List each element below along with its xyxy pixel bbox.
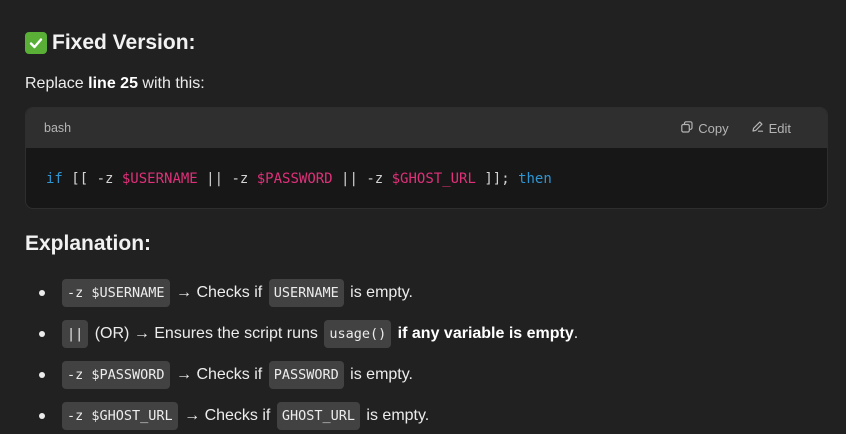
chat-response: Fixed Version: Replace line 25 with this… [0, 0, 846, 434]
list-text: (OR) → Ensures the script runs [90, 324, 323, 342]
check-mark-icon [25, 32, 47, 54]
bullet-dot [39, 289, 45, 296]
inline-code: || [62, 319, 89, 348]
code-actions: Copy Edit [681, 120, 791, 136]
list-text: → Checks if [179, 406, 275, 424]
inline-code: -z $PASSWORD [62, 360, 170, 389]
code-keyword-if: if [46, 170, 63, 187]
code-var-ghost-url: $GHOST_URL [391, 170, 476, 187]
code-open-test: [[ -z [62, 170, 122, 187]
intro-text: Replace line 25 with this: [25, 72, 205, 96]
code-var-password: $PASSWORD [256, 170, 333, 187]
list-text: is empty. [361, 406, 430, 424]
intro-line-ref: line 25 [88, 75, 138, 92]
code-language-label: bash [44, 121, 72, 135]
list-item: -z $GHOST_URL → Checks if GHOST_URL is e… [25, 395, 578, 434]
code-block-header: bash Copy Edit [26, 108, 827, 148]
bullet-dot [39, 412, 45, 419]
copy-label: Copy [698, 120, 729, 136]
list-text: . [573, 324, 579, 342]
intro-suffix: with this: [137, 75, 205, 92]
explanation-heading: Explanation: [25, 232, 152, 255]
fixed-version-heading: Fixed Version: [25, 29, 196, 57]
copy-button[interactable]: Copy [681, 120, 729, 136]
inline-code: -z $USERNAME [62, 278, 170, 307]
intro-prefix: Replace [25, 75, 89, 92]
edit-pencil-icon [751, 120, 764, 136]
code-or-2: || -z [332, 170, 392, 187]
bullet-dot [39, 330, 45, 337]
code-content: if [[ -z $USERNAME || -z $PASSWORD || -z… [26, 148, 827, 208]
list-text: is empty. [345, 283, 413, 301]
code-or-1: || -z [197, 170, 257, 187]
inline-code: USERNAME [268, 278, 344, 307]
edit-label: Edit [768, 120, 791, 136]
list-item: || (OR) → Ensures the script runs usage(… [25, 313, 578, 354]
edit-button[interactable]: Edit [751, 120, 791, 136]
list-text: is empty. [345, 365, 413, 383]
list-text: → Checks if [171, 365, 267, 383]
code-keyword-then: then [518, 170, 552, 187]
inline-code: PASSWORD [268, 360, 344, 389]
explanation-list: -z $USERNAME → Checks if USERNAME is emp… [25, 272, 578, 434]
list-item: -z $USERNAME → Checks if USERNAME is emp… [25, 272, 578, 313]
inline-code: usage() [324, 319, 392, 348]
fixed-version-title: Fixed Version: [52, 31, 196, 54]
bullet-dot [39, 371, 45, 378]
inline-code: -z $GHOST_URL [62, 401, 178, 430]
code-var-username: $USERNAME [121, 170, 198, 187]
list-text: → Checks if [171, 283, 267, 301]
list-item: -z $PASSWORD → Checks if PASSWORD is emp… [25, 354, 578, 395]
list-bold-text: if any variable is empty [393, 324, 574, 342]
copy-icon [681, 120, 693, 136]
code-close-test: ]]; [475, 170, 519, 187]
inline-code: GHOST_URL [276, 401, 360, 430]
code-block: bash Copy Edit if [[ -z $USERNAME || -z … [25, 107, 828, 209]
